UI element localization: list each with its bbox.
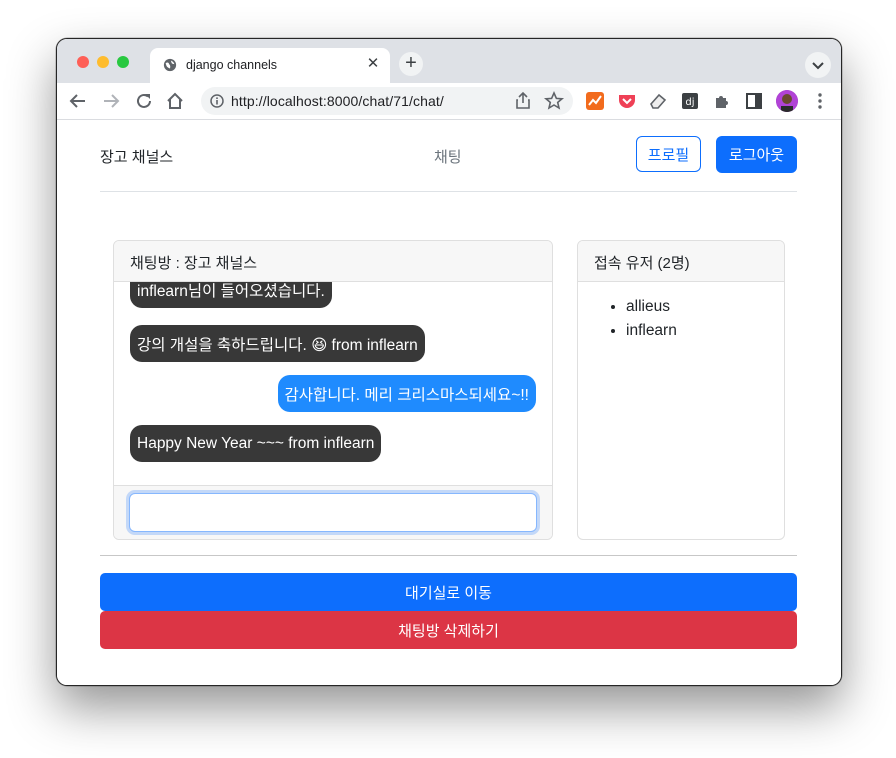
profile-avatar[interactable] — [776, 90, 798, 112]
message-bubble: 감사합니다. 메리 크리스마스되세요~!! — [277, 375, 536, 412]
chat-message-input[interactable] — [129, 493, 537, 532]
nav-link-chat[interactable]: 채팅 — [434, 146, 462, 167]
forward-icon[interactable] — [100, 90, 122, 112]
message-bubble: 강의 개설을 축하드립니다. 😆 from inflearn — [130, 325, 425, 362]
go-to-lobby-button[interactable]: 대기실로 이동 — [100, 573, 797, 611]
chat-input-area — [114, 485, 552, 539]
svg-text:dj: dj — [685, 97, 694, 108]
new-tab-button[interactable]: + — [399, 52, 423, 76]
zoom-window-button[interactable] — [117, 56, 129, 68]
delete-room-button[interactable]: 채팅방 삭제하기 — [100, 611, 797, 649]
chat-room-card: 채팅방 : 장고 채널스 inflearn님이 들어오셨습니다. 강의 개설을 … — [113, 240, 553, 540]
section-divider — [100, 555, 797, 556]
puzzle-extensions-icon[interactable] — [711, 90, 733, 112]
more-menu-icon[interactable] — [809, 90, 831, 112]
back-icon[interactable] — [67, 90, 89, 112]
tab-search-button[interactable] — [805, 52, 831, 78]
message-list[interactable]: inflearn님이 들어오셨습니다. 강의 개설을 축하드립니다. 😆 fro… — [114, 282, 552, 485]
connected-users-title: 접속 유저 (2명) — [578, 241, 784, 282]
connected-users-card: 접속 유저 (2명) allieus inflearn — [577, 240, 785, 540]
globe-icon — [163, 58, 177, 72]
django-extension-icon[interactable]: dj — [679, 90, 701, 112]
close-window-button[interactable] — [77, 56, 89, 68]
user-avatar-icon — [776, 90, 798, 112]
browser-tab[interactable]: django channels ✕ — [150, 48, 390, 83]
profile-button[interactable]: 프로필 — [636, 136, 701, 172]
browser-toolbar: http://localhost:8000/chat/71/chat/ dj — [57, 83, 841, 120]
chevron-down-icon — [812, 62, 824, 70]
tab-close-icon[interactable]: ✕ — [364, 55, 382, 73]
home-icon[interactable] — [164, 90, 186, 112]
eraser-extension-icon[interactable] — [647, 90, 669, 112]
logout-button[interactable]: 로그아웃 — [716, 136, 797, 173]
user-list: allieus inflearn — [592, 295, 677, 343]
list-item: allieus — [626, 295, 677, 319]
page-content: 장고 채널스 채팅 프로필 로그아웃 채팅방 : 장고 채널스 inflearn… — [57, 120, 841, 685]
browser-titlebar: django channels ✕ + — [57, 39, 841, 83]
pocket-icon[interactable] — [616, 90, 638, 112]
share-icon[interactable] — [512, 90, 534, 112]
list-item: inflearn — [626, 319, 677, 343]
info-icon[interactable] — [210, 94, 224, 108]
chat-room-title: 채팅방 : 장고 채널스 — [114, 241, 552, 282]
navbar-brand[interactable]: 장고 채널스 — [100, 146, 173, 167]
message-bubble: inflearn님이 들어오셨습니다. — [130, 282, 332, 308]
side-panel-icon[interactable] — [743, 90, 765, 112]
bookmark-star-icon[interactable] — [543, 90, 565, 112]
reload-icon[interactable] — [133, 90, 155, 112]
minimize-window-button[interactable] — [97, 56, 109, 68]
message-bubble: Happy New Year ~~~ from inflearn — [130, 425, 382, 462]
url-text: http://localhost:8000/chat/71/chat/ — [231, 93, 444, 109]
navbar-divider — [100, 191, 797, 192]
tab-title: django channels — [186, 58, 278, 72]
analytics-extension-icon[interactable] — [584, 90, 606, 112]
browser-window: django channels ✕ + http://localhost:800… — [56, 38, 842, 686]
